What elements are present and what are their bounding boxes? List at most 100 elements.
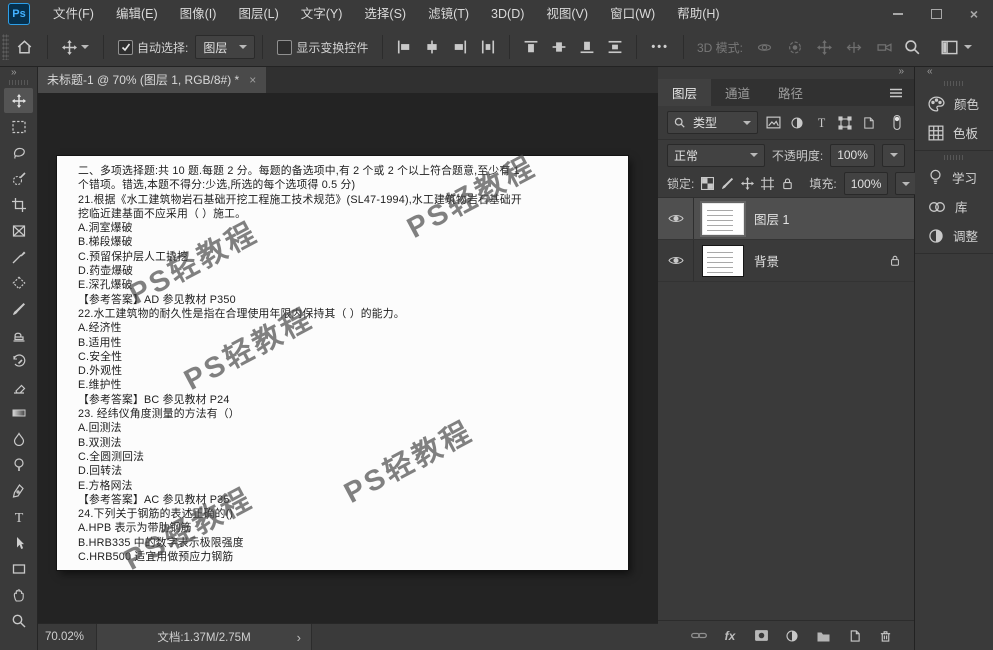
- layer-thumbnail[interactable]: [703, 246, 743, 276]
- align-horizontal-centers-button[interactable]: [418, 32, 446, 62]
- canvas-area[interactable]: 二、多项选择题:共 10 题.每题 2 分。每题的备选项中,有 2 个或 2 个…: [37, 94, 658, 623]
- tab-layers[interactable]: 图层: [658, 79, 711, 106]
- layer-name[interactable]: 图层 1: [754, 209, 789, 228]
- document-tab[interactable]: 未标题-1 @ 70% (图层 1, RGB/8#) * ×: [37, 66, 266, 93]
- panel-button-color[interactable]: 颜色: [915, 89, 993, 118]
- close-button[interactable]: ×: [955, 0, 993, 28]
- panel-button-adjustments[interactable]: 调整: [915, 221, 993, 250]
- quick-selection-tool[interactable]: [4, 166, 33, 191]
- more-align-options-button[interactable]: •••: [644, 32, 676, 62]
- lock-position-button[interactable]: [741, 174, 754, 194]
- type-tool[interactable]: T: [4, 504, 33, 529]
- status-expand-icon[interactable]: ›: [297, 630, 301, 645]
- filtering-toggle[interactable]: [888, 113, 905, 133]
- layer-visibility-toggle[interactable]: [658, 240, 694, 281]
- layer-styles-button[interactable]: fx: [721, 627, 739, 645]
- link-layers-button[interactable]: [690, 627, 708, 645]
- dodge-tool[interactable]: [4, 452, 33, 477]
- lock-transparent-pixels-button[interactable]: [701, 174, 714, 194]
- document-size-field[interactable]: 文档:1.37M/2.75M ›: [96, 624, 312, 650]
- 3d-orbit-button[interactable]: [749, 32, 780, 62]
- lock-artboard-button[interactable]: [761, 174, 774, 194]
- 3d-roll-button[interactable]: [780, 32, 810, 62]
- menu-filter[interactable]: 滤镜(T): [417, 0, 480, 28]
- tab-paths[interactable]: 路径: [764, 79, 817, 106]
- options-bar-grip[interactable]: [2, 34, 9, 60]
- 3d-camera-zoom-button[interactable]: [869, 32, 900, 62]
- filter-type-layers-button[interactable]: T: [813, 113, 830, 133]
- move-tool-preset[interactable]: [55, 32, 96, 62]
- 3d-pan-button[interactable]: [810, 32, 839, 62]
- adjustment-layer-button[interactable]: [783, 627, 801, 645]
- delete-layer-button[interactable]: [876, 627, 894, 645]
- blend-mode-dropdown[interactable]: 正常: [667, 144, 765, 167]
- move-tool[interactable]: [4, 88, 33, 113]
- menu-type[interactable]: 文字(Y): [290, 0, 354, 28]
- fill-field[interactable]: 100%: [844, 172, 889, 195]
- layer-filter-dropdown[interactable]: 类型: [667, 111, 758, 134]
- filter-image-layers-button[interactable]: [765, 113, 782, 133]
- pen-tool[interactable]: [4, 478, 33, 503]
- maximize-button[interactable]: [917, 0, 955, 28]
- expand-panels-button[interactable]: «: [915, 66, 993, 79]
- align-bottom-edges-button[interactable]: [573, 32, 601, 62]
- lock-image-pixels-button[interactable]: [721, 174, 734, 194]
- photoshop-logo-icon[interactable]: Ps: [8, 3, 30, 25]
- layer-visibility-toggle[interactable]: [658, 198, 694, 239]
- align-vertical-centers-button[interactable]: [545, 32, 573, 62]
- menu-help[interactable]: 帮助(H): [666, 0, 730, 28]
- layer-row-background[interactable]: 背景: [658, 240, 914, 282]
- clone-stamp-tool[interactable]: [4, 322, 33, 347]
- document-page[interactable]: 二、多项选择题:共 10 题.每题 2 分。每题的备选项中,有 2 个或 2 个…: [57, 156, 628, 570]
- filter-smart-objects-button[interactable]: [860, 113, 877, 133]
- path-selection-tool[interactable]: [4, 530, 33, 555]
- blur-tool[interactable]: [4, 426, 33, 451]
- tab-close-icon[interactable]: ×: [249, 73, 256, 87]
- hand-tool[interactable]: [4, 582, 33, 607]
- gradient-tool[interactable]: [4, 400, 33, 425]
- expand-toolbar-button[interactable]: »: [0, 66, 37, 78]
- search-button[interactable]: [904, 39, 920, 55]
- menu-layer[interactable]: 图层(L): [227, 0, 289, 28]
- align-left-edges-button[interactable]: [390, 32, 418, 62]
- distribute-vertical-button[interactable]: [601, 32, 629, 62]
- auto-select-target-dropdown[interactable]: 图层: [195, 35, 255, 59]
- add-layer-mask-button[interactable]: [752, 627, 770, 645]
- align-top-edges-button[interactable]: [517, 32, 545, 62]
- auto-select-checkbox[interactable]: 自动选择:: [111, 32, 195, 62]
- panel-button-swatches[interactable]: 色板: [915, 118, 993, 147]
- layer-thumbnail[interactable]: [703, 204, 743, 234]
- new-layer-button[interactable]: [845, 627, 863, 645]
- menu-select[interactable]: 选择(S): [353, 0, 417, 28]
- opacity-field[interactable]: 100%: [830, 144, 875, 167]
- menu-view[interactable]: 视图(V): [535, 0, 599, 28]
- eraser-tool[interactable]: [4, 374, 33, 399]
- filter-adjustment-layers-button[interactable]: [789, 113, 806, 133]
- layer-row-layer-1[interactable]: 图层 1: [658, 198, 914, 240]
- lasso-tool[interactable]: [4, 140, 33, 165]
- zoom-level-field[interactable]: 70.02%: [37, 631, 96, 643]
- menu-window[interactable]: 窗口(W): [599, 0, 666, 28]
- panel-menu-button[interactable]: [878, 88, 914, 98]
- opacity-dropdown-button[interactable]: [882, 144, 905, 167]
- healing-brush-tool[interactable]: [4, 270, 33, 295]
- menu-3d[interactable]: 3D(D): [480, 0, 535, 28]
- zoom-tool[interactable]: [4, 608, 33, 633]
- brush-tool[interactable]: [4, 296, 33, 321]
- menu-image[interactable]: 图像(I): [169, 0, 228, 28]
- rectangular-marquee-tool[interactable]: [4, 114, 33, 139]
- home-button[interactable]: [9, 32, 40, 62]
- eyedropper-tool[interactable]: [4, 244, 33, 269]
- frame-tool[interactable]: [4, 218, 33, 243]
- panel-button-learn[interactable]: 学习: [915, 163, 993, 192]
- tab-channels[interactable]: 通道: [711, 79, 764, 106]
- 3d-slide-button[interactable]: [839, 32, 869, 62]
- minimize-button[interactable]: [879, 0, 917, 28]
- lock-all-button[interactable]: [781, 174, 794, 194]
- menu-edit[interactable]: 编辑(E): [105, 0, 169, 28]
- workspace-switcher-button[interactable]: [934, 32, 979, 62]
- layer-name[interactable]: 背景: [754, 251, 779, 270]
- new-group-button[interactable]: [814, 627, 832, 645]
- collapse-panel-button[interactable]: »: [898, 66, 914, 79]
- rectangle-tool[interactable]: [4, 556, 33, 581]
